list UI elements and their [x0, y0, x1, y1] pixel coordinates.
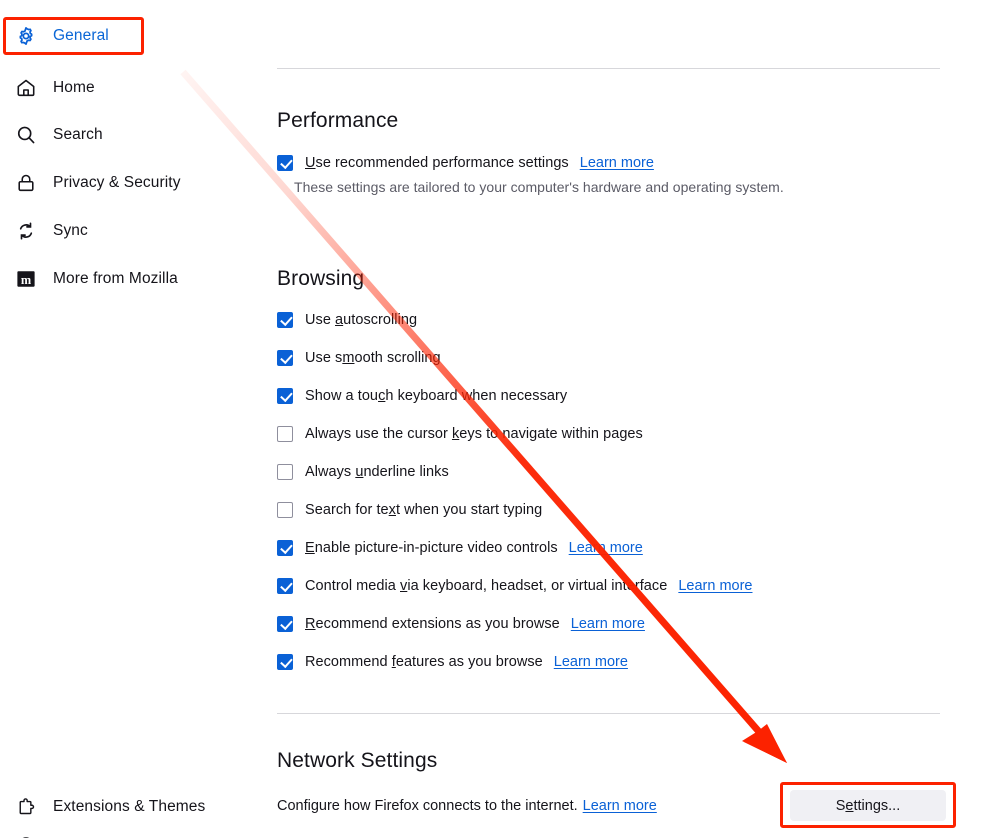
- learn-more-link-network[interactable]: Learn more: [583, 798, 657, 814]
- checkbox-label: Recommend extensions as you browse: [305, 616, 560, 632]
- sidebar-item-privacy-security[interactable]: Privacy & Security: [14, 166, 181, 200]
- checkbox-show-touch-keyboard[interactable]: [277, 388, 293, 404]
- checkbox-label: Search for text when you start typing: [305, 502, 543, 518]
- checkbox-label: Recommend features as you browse: [305, 654, 543, 670]
- checkbox-row-always-underline-links[interactable]: Always underline links: [277, 461, 449, 483]
- checkbox-label: Always underline links: [305, 464, 449, 480]
- checkbox-row-search-for-text[interactable]: Search for text when you start typing: [277, 499, 542, 521]
- sidebar-item-support-partial[interactable]: [14, 828, 38, 838]
- divider-network: [277, 713, 940, 714]
- checkbox-always-underline-links[interactable]: [277, 464, 293, 480]
- sidebar-item-label: Sync: [53, 222, 88, 239]
- checkbox-row-show-touch-keyboard[interactable]: Show a touch keyboard when necessary: [277, 385, 567, 407]
- learn-more-link-performance[interactable]: Learn more: [580, 155, 654, 171]
- performance-description: These settings are tailored to your comp…: [294, 179, 784, 195]
- checkbox-row-cursor-keys-navigate[interactable]: Always use the cursor keys to navigate w…: [277, 423, 643, 445]
- sidebar-item-general[interactable]: General: [14, 19, 109, 53]
- settings-main-pane: Performance Use recommended performance …: [262, 0, 987, 838]
- learn-more-link-pip[interactable]: Learn more: [569, 540, 643, 556]
- sidebar-item-label: Privacy & Security: [53, 174, 181, 191]
- checkbox-cursor-keys-navigate[interactable]: [277, 426, 293, 442]
- sidebar-item-label: More from Mozilla: [53, 270, 178, 287]
- svg-text:m: m: [21, 273, 32, 287]
- extension-puzzle-icon: [14, 795, 38, 819]
- learn-more-link-recommend-features[interactable]: Learn more: [554, 654, 628, 670]
- section-title-network: Network Settings: [277, 749, 438, 772]
- sidebar-item-label: Home: [53, 79, 95, 96]
- sidebar-item-extensions-themes[interactable]: Extensions & Themes: [14, 790, 205, 824]
- checkbox-use-autoscrolling[interactable]: [277, 312, 293, 328]
- search-icon: [14, 123, 38, 147]
- mozilla-m-icon: m: [14, 267, 38, 291]
- checkbox-use-recommended-performance[interactable]: [277, 155, 293, 171]
- sidebar-item-search[interactable]: Search: [14, 118, 103, 152]
- network-description-row: Configure how Firefox connects to the in…: [277, 798, 657, 814]
- checkbox-row-use-smooth-scrolling[interactable]: Use smooth scrolling: [277, 347, 441, 369]
- gear-icon: [14, 24, 38, 48]
- lock-icon: [14, 171, 38, 195]
- sidebar-item-label: Extensions & Themes: [53, 798, 206, 815]
- sidebar-item-home[interactable]: Home: [14, 71, 95, 105]
- network-description: Configure how Firefox connects to the in…: [277, 798, 578, 814]
- checkbox-label: Control media via keyboard, headset, or …: [305, 578, 668, 594]
- settings-sidebar: General Home Search Privacy & Security S…: [0, 0, 262, 838]
- checkbox-row-recommend-extensions[interactable]: Recommend extensions as you browse Learn…: [277, 613, 645, 635]
- learn-more-link-media-control[interactable]: Learn more: [678, 578, 752, 594]
- sidebar-item-label: General: [53, 27, 109, 44]
- section-title-browsing: Browsing: [277, 267, 365, 290]
- checkbox-label: Show a touch keyboard when necessary: [305, 388, 568, 404]
- sidebar-item-label: Search: [53, 126, 103, 143]
- sidebar-item-sync[interactable]: Sync: [14, 214, 88, 248]
- checkbox-row-use-recommended-performance[interactable]: Use recommended performance settings Lea…: [277, 152, 654, 174]
- checkbox-label: Enable picture-in-picture video controls: [305, 540, 558, 556]
- checkbox-use-smooth-scrolling[interactable]: [277, 350, 293, 366]
- checkbox-row-control-media[interactable]: Control media via keyboard, headset, or …: [277, 575, 753, 597]
- section-title-performance: Performance: [277, 109, 399, 132]
- firefox-settings-window: General Home Search Privacy & Security S…: [0, 0, 987, 838]
- checkbox-picture-in-picture[interactable]: [277, 540, 293, 556]
- checkbox-recommend-features[interactable]: [277, 654, 293, 670]
- home-icon: [14, 76, 38, 100]
- checkbox-label: Use autoscrolling: [305, 312, 418, 328]
- checkbox-label: Use smooth scrolling: [305, 350, 441, 366]
- checkbox-recommend-extensions[interactable]: [277, 616, 293, 632]
- checkbox-label: Always use the cursor keys to navigate w…: [305, 426, 643, 442]
- sidebar-item-more-from-mozilla[interactable]: m More from Mozilla: [14, 262, 178, 296]
- checkbox-row-picture-in-picture[interactable]: Enable picture-in-picture video controls…: [277, 537, 643, 559]
- checkbox-row-use-autoscrolling[interactable]: Use autoscrolling: [277, 309, 417, 331]
- checkbox-search-for-text[interactable]: [277, 502, 293, 518]
- help-circle-icon: [14, 833, 38, 838]
- checkbox-control-media[interactable]: [277, 578, 293, 594]
- checkbox-label: Use recommended performance settings: [305, 155, 569, 171]
- learn-more-link-recommend-extensions[interactable]: Learn more: [571, 616, 645, 632]
- checkbox-row-recommend-features[interactable]: Recommend features as you browse Learn m…: [277, 651, 628, 673]
- sync-icon: [14, 219, 38, 243]
- network-settings-button[interactable]: Settings...: [790, 790, 946, 821]
- divider-top: [277, 68, 940, 69]
